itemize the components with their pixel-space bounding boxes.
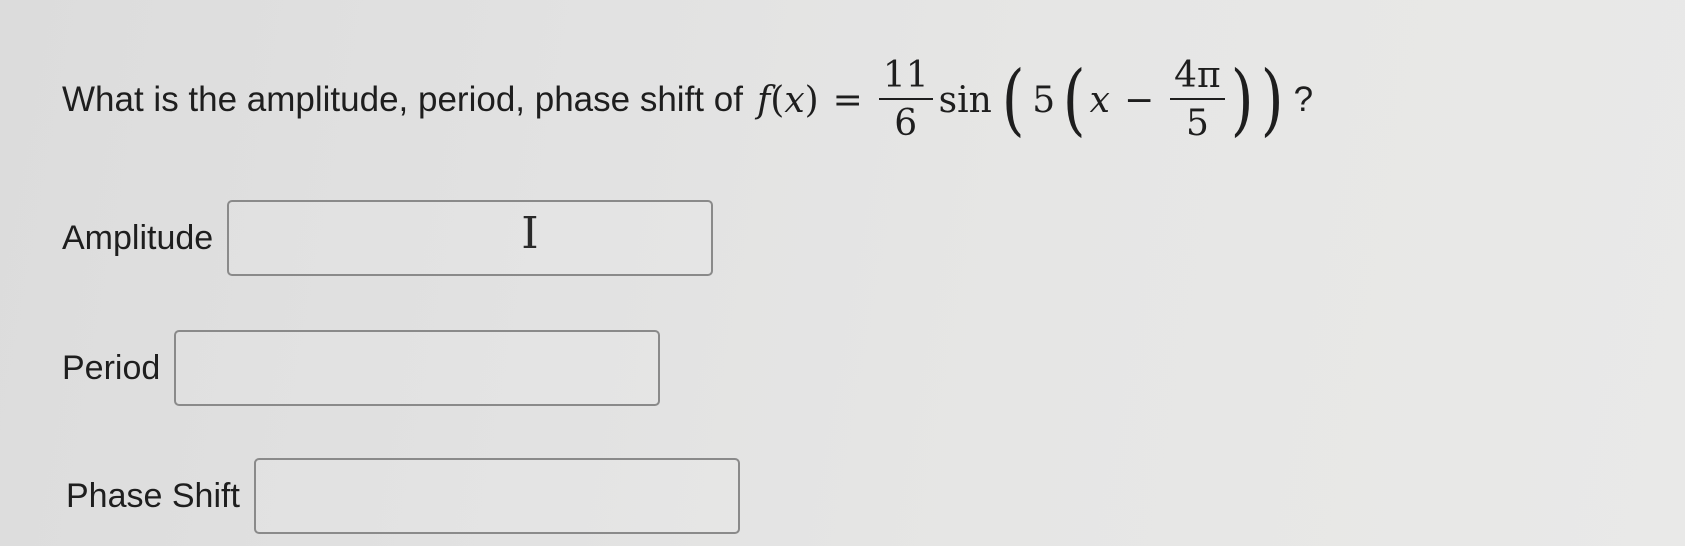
function-formula: f ( x ) = 11 6 sin ( 5 ( x − 4π 5 ) ) — [757, 58, 1288, 142]
function-name: f — [756, 79, 771, 121]
question-prefix: What is the amplitude, period, phase shi… — [62, 80, 743, 119]
amplitude-fraction: 11 6 — [878, 55, 933, 144]
question-mark: ? — [1293, 80, 1314, 119]
amplitude-label: Amplitude — [62, 218, 214, 257]
shift-denominator: 5 — [1185, 103, 1209, 144]
fraction-numerator: 11 — [882, 55, 929, 96]
period-label: Period — [62, 348, 161, 387]
open-paren: ( — [770, 79, 785, 121]
big-close-paren-inner: ) — [1230, 55, 1254, 145]
phase-shift-row: Phase Shift — [66, 458, 740, 534]
text-cursor-icon: I — [521, 208, 539, 259]
question-text: What is the amplitude, period, phase shi… — [62, 40, 1313, 160]
inner-coefficient: 5 — [1032, 79, 1056, 121]
equals-sign: = — [832, 79, 863, 121]
period-row: Period — [62, 330, 661, 406]
amplitude-row: Amplitude I — [62, 200, 714, 276]
big-open-paren-inner: ( — [1062, 55, 1086, 145]
phase-shift-input[interactable] — [253, 458, 740, 534]
minus-sign: − — [1123, 79, 1155, 121]
big-open-paren: ( — [1001, 55, 1025, 145]
amplitude-input[interactable]: I — [227, 200, 714, 276]
inner-variable: x — [1089, 79, 1110, 121]
fraction-denominator: 6 — [894, 103, 918, 144]
function-variable: x — [784, 79, 805, 121]
phase-shift-label: Phase Shift — [66, 476, 240, 515]
shift-fraction: 4π 5 — [1170, 58, 1225, 142]
shift-numerator: 4π — [1174, 55, 1221, 96]
trig-function: sin — [938, 79, 992, 121]
big-close-paren: ) — [1260, 55, 1284, 145]
close-paren: ) — [804, 79, 819, 121]
period-input[interactable] — [174, 330, 661, 406]
